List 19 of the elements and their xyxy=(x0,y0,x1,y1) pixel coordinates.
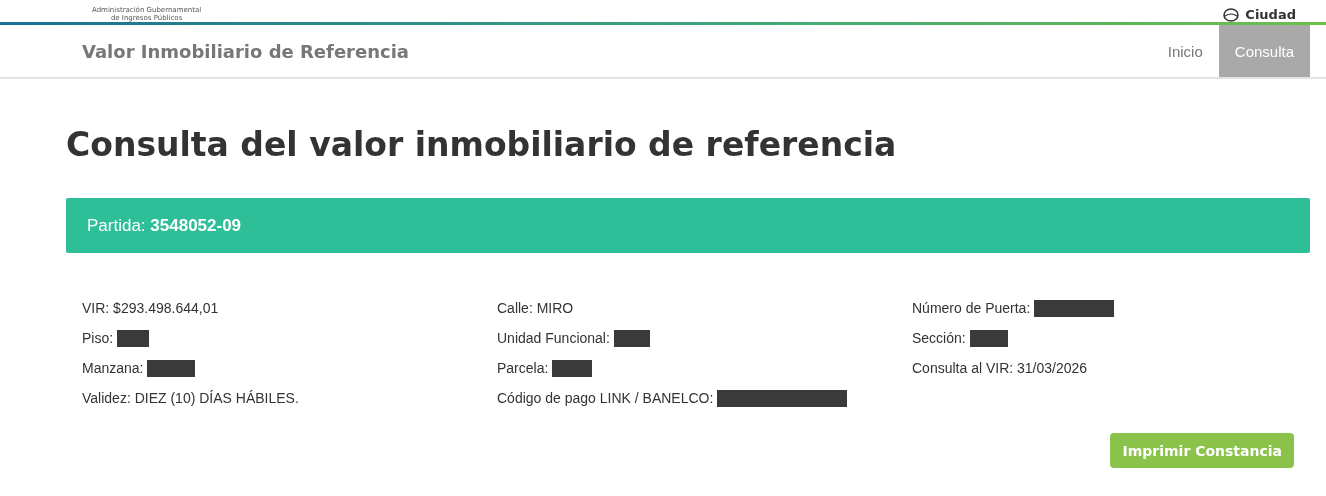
field-text: VIR: $293.498.644,01 xyxy=(82,300,219,316)
field-text: Unidad Funcional: xyxy=(497,330,610,346)
field-text: Número de Puerta: xyxy=(912,300,1031,316)
nav-link[interactable]: Consulta xyxy=(1218,25,1310,77)
field-text: Piso: xyxy=(82,330,114,346)
field-text: Parcela: xyxy=(497,360,549,376)
print-button[interactable]: Imprimir Constancia xyxy=(1110,433,1294,468)
page-heading: Consulta del valor inmobiliario de referencia xyxy=(66,125,898,164)
field-text: Validez: DIEZ (10) DÍAS HÁBILES. xyxy=(82,390,299,406)
partida-text: Partida: 3548052-09 xyxy=(87,215,242,236)
field-text: Código de pago LINK / BANELCO: xyxy=(497,390,714,406)
field-text: Calle: MIRO xyxy=(497,300,574,316)
field-text: Manzana: xyxy=(82,360,144,376)
site-title: Valor Inmobiliario de Referencia xyxy=(82,40,409,62)
nav-link[interactable]: Inicio xyxy=(1151,25,1219,77)
city-logo-text: Ciudad xyxy=(1245,8,1296,22)
field-text: Sección: xyxy=(912,330,966,346)
globe-icon xyxy=(1223,8,1240,22)
field-text: Consulta al VIR: 31/03/2026 xyxy=(912,360,1088,376)
